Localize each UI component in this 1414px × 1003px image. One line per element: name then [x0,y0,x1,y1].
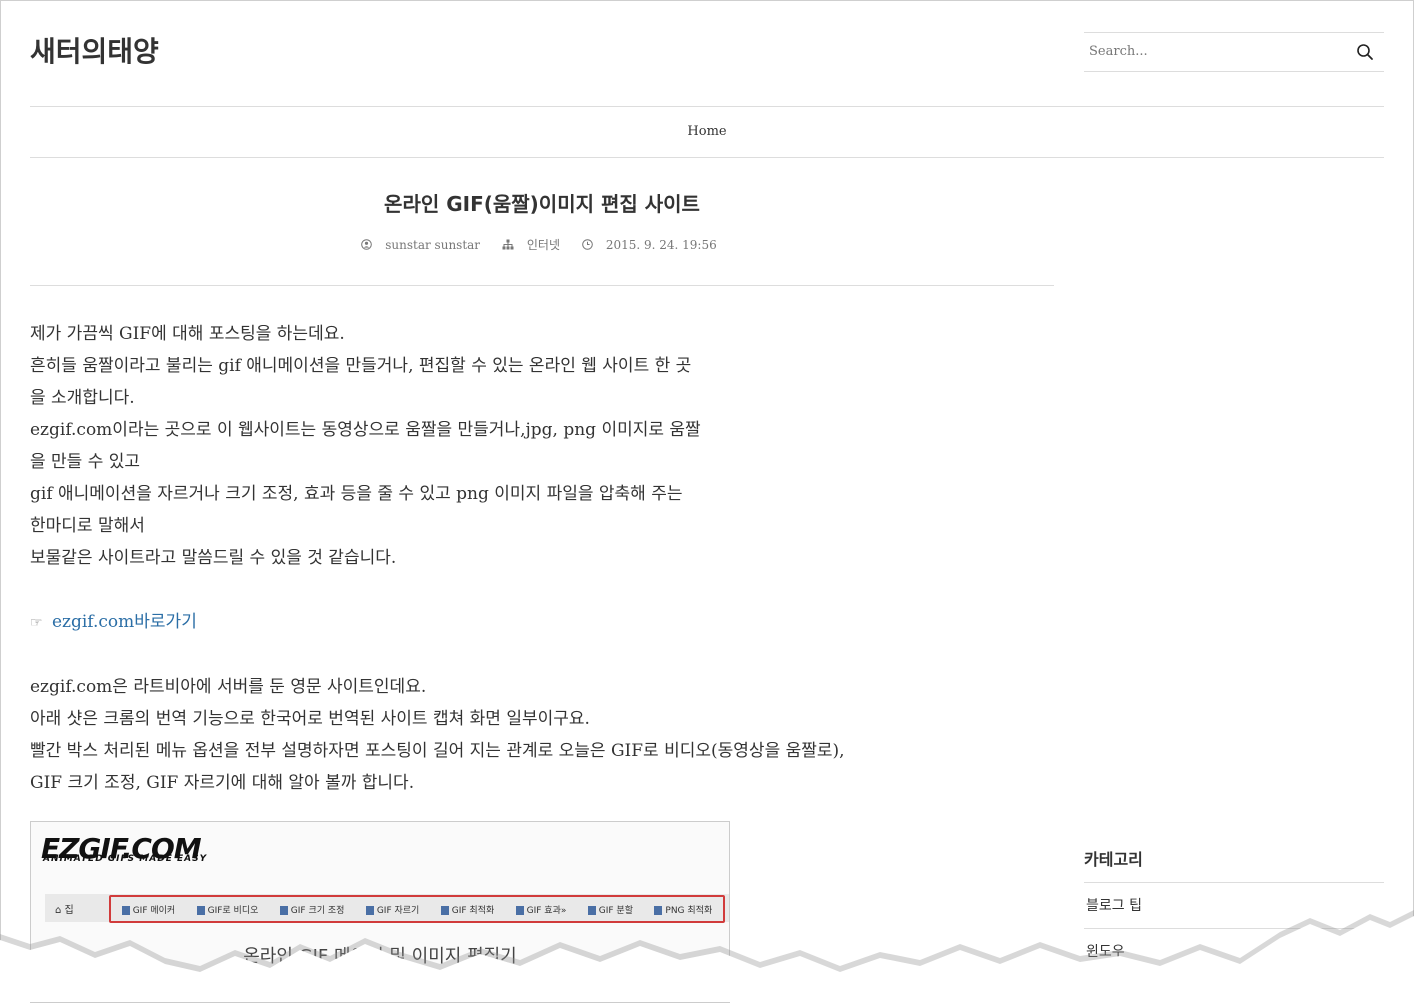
ezgif-link-line: ☞ ezgif.com바로가기 [30,606,930,639]
post-author[interactable]: sunstar sunstar [361,238,486,252]
ezgif-menu-item: GIF 자르기 [366,903,420,916]
ezgif-menu-item: GIF로 비디오 [197,903,259,916]
search-input[interactable] [1087,43,1341,60]
ezgif-menu-item: GIF 분할 [588,903,633,916]
content-line: ezgif.com은 라트비아에 서버를 둔 영문 사이트인데요. [30,677,427,697]
ezgif-tagline: ANIMATED GIFS MADE EASY [43,854,208,864]
post-date: 2015. 9. 24. 19:56 [582,238,723,252]
nav-item-home[interactable]: Home [0,124,1414,139]
site-title[interactable]: 새터의태양 [30,30,159,70]
sidebar-divider [1084,882,1384,883]
ezgif-page-title: 온라인 GIF 메이커 및 이미지 편집기 [243,946,517,967]
post-content: 제가 가끔씩 GIF에 대해 포스팅을 하는데요. 흔히들 움짤이라고 불리는 … [30,318,930,799]
ezgif-menu-item: GIF 효과» [516,903,567,916]
user-icon [361,239,373,250]
content-line: 아래 샷은 크롬의 번역 기능으로 한국어로 번역된 사이트 캡쳐 화면 일부이… [30,709,590,729]
content-line: gif 애니메이션을 자르거나 크기 조정, 효과 등을 줄 수 있고 png … [30,484,683,504]
post-author-name: sunstar sunstar [385,237,481,252]
sidebar-item-windows[interactable]: 윈도우 [1086,941,1125,961]
highlight-box: GIF 메이커 GIF로 비디오 GIF 크기 조정 GIF 자르기 GIF 최… [109,895,725,923]
ezgif-home-item: ⌂ 집 [55,905,74,916]
post-date-text: 2015. 9. 24. 19:56 [605,237,717,252]
content-line: GIF 크기 조정, GIF 자르기에 대해 알아 볼까 합니다. [30,773,415,793]
post-divider [30,285,1054,286]
pointing-hand-icon: ☞ [30,615,43,631]
post-meta: sunstar sunstar 인터넷 2015. 9. 24. 19:56 [30,236,1054,253]
ezgif-menu-item: GIF 크기 조정 [280,903,345,916]
search-box [1084,32,1384,72]
content-line: 을 소개합니다. [30,388,135,408]
post-title: 온라인 GIF(움짤)이미지 편집 사이트 [384,192,700,216]
post-category-name: 인터넷 [526,238,560,252]
nav-divider-top [30,106,1384,107]
content-line: 한마디로 말해서 [30,516,145,536]
ezgif-home-label: 집 [64,905,74,916]
sitemap-icon [502,239,514,250]
sidebar-category-heading: 카테고리 [1084,850,1143,869]
ezgif-link[interactable]: ezgif.com바로가기 [52,612,197,632]
content-line: 보물같은 사이트라고 말씀드릴 수 있을 것 같습니다. [30,548,397,568]
ezgif-menu-item: GIF 메이커 [122,903,176,916]
ezgif-menu-bar: ⌂ 집 GIF 메이커 GIF로 비디오 GIF 크기 조정 GIF 자르기 G… [45,894,729,923]
content-line: 흔히들 움짤이라고 불리는 gif 애니메이션을 만들거나, 편집할 수 있는 … [30,356,692,376]
search-icon[interactable] [1356,43,1374,61]
ezgif-screenshot-image: EZGIF.COM ANIMATED GIFS MADE EASY ⌂ 집 GI… [30,821,730,1003]
ezgif-menu-item: PNG 최적화 [654,903,712,916]
ezgif-menu-item: GIF 최적화 [441,903,495,916]
nav-divider-bottom [30,157,1384,158]
sidebar-item-blog-tips[interactable]: 블로그 팁 [1086,895,1142,915]
content-line: ezgif.com이라는 곳으로 이 웹사이트는 동영상으로 움짤을 만들거나,… [30,420,701,440]
sidebar-divider [1084,928,1384,929]
post-category[interactable]: 인터넷 [502,236,566,253]
clock-icon [582,239,593,250]
content-line: 빨간 박스 처리된 메뉴 옵션을 전부 설명하자면 포스팅이 길어 지는 관계로… [30,741,845,761]
content-line: 제가 가끔씩 GIF에 대해 포스팅을 하는데요. [30,324,345,344]
content-line: 을 만들 수 있고 [30,452,141,472]
